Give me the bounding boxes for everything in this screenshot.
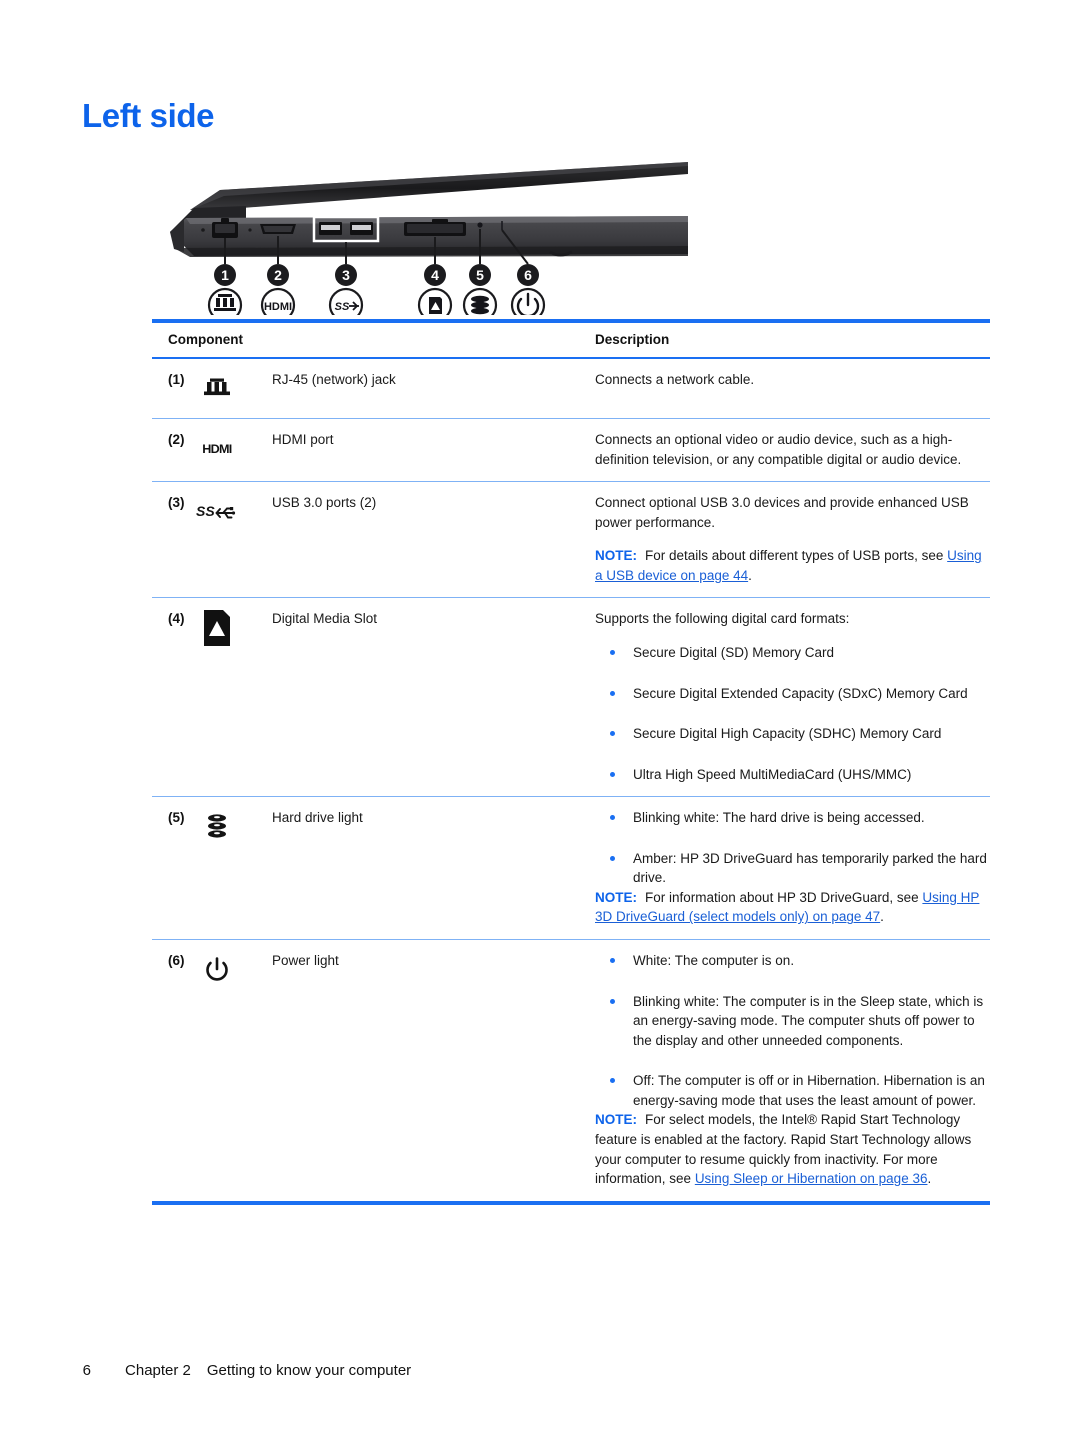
bullet-item: Amber: HP 3D DriveGuard has temporarily … xyxy=(595,849,990,888)
callout-number: (3) xyxy=(168,495,185,511)
svg-text:4: 4 xyxy=(431,267,439,283)
note-text-before: For information about HP 3D DriveGuard, … xyxy=(645,889,923,905)
laptop-left-side-illustration: 1 2 3 4 5 6 HDMI SS xyxy=(150,160,690,315)
svg-text:HDMI: HDMI xyxy=(264,301,292,313)
component-icon-cell: HDMI xyxy=(194,430,272,469)
component-icon-cell: SS xyxy=(194,493,272,585)
note-label: NOTE: xyxy=(595,548,637,564)
component-icon-cell xyxy=(194,370,272,406)
cross-reference-link[interactable]: Using Sleep or Hibernation on page 36 xyxy=(695,1171,928,1186)
note-block: NOTE: For select models, the Intel® Rapid… xyxy=(595,1110,990,1188)
description-paragraph: Supports the following digital card form… xyxy=(595,611,850,627)
hard-drive-icon xyxy=(194,810,240,844)
bullet-item: Secure Digital High Capacity (SDHC) Memo… xyxy=(595,724,990,744)
table-row: (3) SS USB 3.0 ports (2) Connect optiona… xyxy=(152,482,990,599)
callout-number: (5) xyxy=(168,810,185,826)
svg-text:3: 3 xyxy=(342,267,350,283)
callout-icons xyxy=(207,287,546,315)
component-description: Blinking white: The hard drive is being … xyxy=(587,808,990,927)
bullet-item: Off: The computer is off or in Hibernati… xyxy=(595,1071,990,1110)
note-block: NOTE: For information about HP 3D DriveGu… xyxy=(595,888,990,927)
description-paragraph: Connects an optional video or audio devi… xyxy=(595,432,962,467)
digital-media-slot-icon xyxy=(194,610,240,647)
note-block: NOTE: For details about different types o… xyxy=(595,546,990,585)
component-name: Hard drive light xyxy=(272,810,363,826)
svg-text:1: 1 xyxy=(221,267,229,283)
bullet-item: White: The computer is on. xyxy=(595,951,990,971)
footer-chapter: Chapter 2 xyxy=(125,1362,191,1379)
callout-number: (6) xyxy=(168,953,185,968)
footer-chapter-title: Getting to know your computer xyxy=(206,1362,412,1379)
svg-text:SS: SS xyxy=(335,301,350,313)
table-row: (4) Digital Media Slot Supports the foll… xyxy=(152,598,990,798)
note-label: NOTE: xyxy=(595,889,637,905)
callout-number: (2) xyxy=(168,432,185,447)
power-icon xyxy=(194,953,240,987)
hdmi-icon-label: HDMI xyxy=(202,442,232,456)
component-name: HDMI port xyxy=(272,432,334,447)
component-name: Digital Media Slot xyxy=(272,611,378,627)
component-description: Connects an optional video or audio devi… xyxy=(587,430,990,469)
component-icon-cell xyxy=(194,951,272,1189)
note-text-after: . xyxy=(880,909,884,925)
svg-text:5: 5 xyxy=(476,267,484,283)
description-paragraph: Connect optional USB 3.0 devices and pro… xyxy=(595,495,969,530)
description-paragraph: Connects a network cable. xyxy=(595,372,755,387)
component-name: USB 3.0 ports (2) xyxy=(272,495,377,511)
component-name: RJ-45 (network) jack xyxy=(272,372,396,387)
footer-page-number: 6 xyxy=(82,1362,92,1379)
rj45-network-icon xyxy=(194,372,240,406)
components-table: Component Description (1) RJ-45 (network… xyxy=(152,319,990,1205)
note-label: NOTE: xyxy=(595,1112,637,1128)
hdmi-icon: HDMI xyxy=(194,432,240,466)
component-icon-cell xyxy=(194,609,272,784)
page-title: Left side xyxy=(82,97,215,134)
table-row: (5) Hard drive light Blinking white: The… xyxy=(152,797,990,940)
column-header-component: Component xyxy=(168,332,243,347)
note-text-after: . xyxy=(927,1171,932,1187)
bullet-item: Blinking white: The computer is in the S… xyxy=(595,992,990,1051)
component-icon-cell xyxy=(194,808,272,927)
note-text-after: . xyxy=(748,567,752,583)
note-text-before: For details about different types of USB… xyxy=(645,548,948,564)
callout-number: (4) xyxy=(168,611,185,627)
svg-text:2: 2 xyxy=(274,267,282,283)
table-row: (6) Power light White: The computer is o… xyxy=(152,940,990,1201)
page-footer: 6 Chapter 2 Getting to know your computer xyxy=(66,1345,411,1396)
component-description: White: The computer is on. Blinking whit… xyxy=(587,951,990,1189)
bullet-item: Secure Digital Extended Capacity (SDxC) … xyxy=(595,684,990,704)
component-name: Power light xyxy=(272,953,339,968)
callout-number: (1) xyxy=(168,372,185,387)
description-bullet-list: Blinking white: The hard drive is being … xyxy=(595,808,990,888)
callout-bubbles: 1 2 3 4 5 6 xyxy=(214,264,539,286)
svg-text:SS: SS xyxy=(196,503,215,519)
component-description: Connect optional USB 3.0 devices and pro… xyxy=(587,493,990,585)
table-header-row: Component Description xyxy=(152,323,990,359)
component-description: Supports the following digital card form… xyxy=(587,609,990,784)
usb-superspeed-icon: SS xyxy=(194,495,240,529)
component-description: Connects a network cable. xyxy=(587,370,990,406)
table-row: (1) RJ-45 (network) jack Connects a netw… xyxy=(152,359,990,419)
description-bullet-list: Secure Digital (SD) Memory Card Secure D… xyxy=(595,643,990,784)
table-row: (2) HDMI HDMI port Connects an optional … xyxy=(152,419,990,483)
svg-text:6: 6 xyxy=(524,267,532,283)
column-header-description: Description xyxy=(595,332,670,347)
bullet-item: Secure Digital (SD) Memory Card xyxy=(595,643,990,663)
bullet-item: Ultra High Speed MultiMediaCard (UHS/MMC… xyxy=(595,765,990,785)
description-bullet-list: White: The computer is on. Blinking whit… xyxy=(595,951,990,1110)
bullet-item: Blinking white: The hard drive is being … xyxy=(595,808,990,828)
document-page: Left side 1 2 3 4 5 6 HDMI SS Component … xyxy=(0,0,1080,1437)
